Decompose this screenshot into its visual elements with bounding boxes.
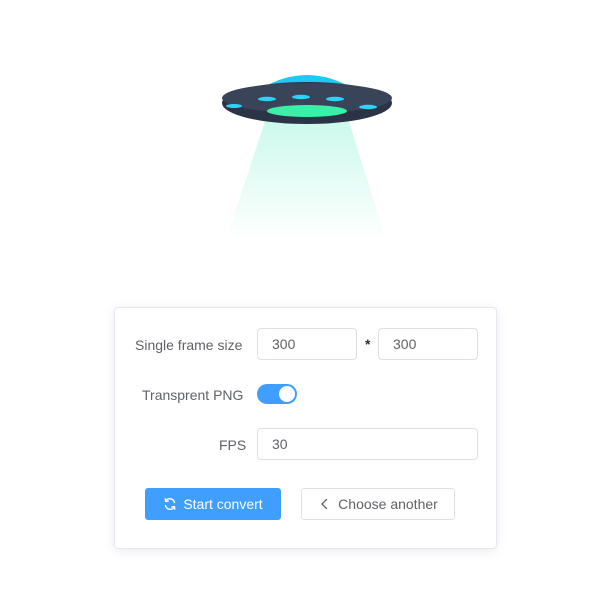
transparent-png-switch[interactable]: [257, 384, 297, 404]
transparent-png-label: Transprent PNG: [142, 387, 244, 403]
switch-knob: [279, 386, 295, 402]
convert-settings-card: Single frame size * Transprent PNG FPS S…: [114, 307, 497, 549]
choose-another-label: Choose another: [338, 496, 438, 512]
ufo-illustration: [222, 75, 392, 240]
start-convert-label: Start convert: [183, 496, 263, 512]
fps-label: FPS: [219, 437, 247, 453]
fps-input[interactable]: [257, 428, 478, 460]
refresh-icon: [163, 497, 177, 511]
converter-page: Single frame size * Transprent PNG FPS S…: [0, 0, 603, 616]
choose-another-button[interactable]: Choose another: [301, 488, 455, 520]
chevron-left-icon: [318, 497, 332, 511]
start-convert-button[interactable]: Start convert: [145, 488, 281, 520]
frame-size-label: Single frame size: [135, 337, 243, 353]
frame-width-input[interactable]: [257, 328, 357, 360]
size-separator: *: [365, 336, 371, 352]
frame-height-input[interactable]: [378, 328, 478, 360]
